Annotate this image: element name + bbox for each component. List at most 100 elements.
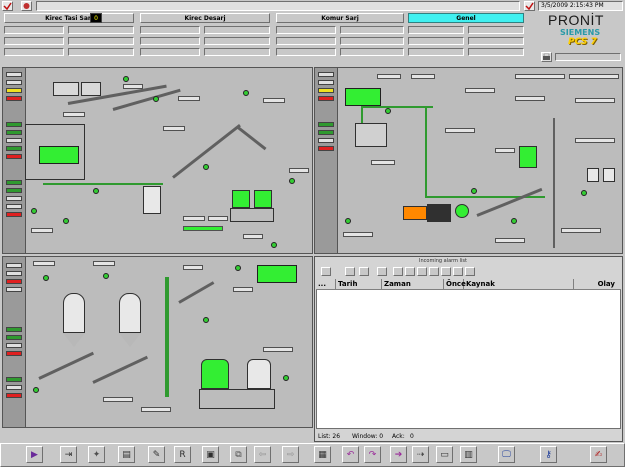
col-header-kaynak[interactable]: Kaynak [464,279,574,289]
alarm-status-ack-count: 0 [410,433,414,440]
trend-icon: ⇥ [64,449,73,460]
forward-button[interactable]: ➔ [390,446,407,463]
alarm-status-window: Window: 0 [352,433,384,440]
alarm-status-list: List: 26 [318,433,341,440]
alarm-tool-icon[interactable] [465,267,475,276]
right-arrow-button[interactable]: ⇨ [282,446,299,463]
alarm-bell-icon[interactable] [21,1,32,11]
col-header-olay[interactable]: Olay [574,279,621,289]
section-komur-sarj[interactable]: Komur Sarj [276,13,404,23]
arch-conveyor [178,281,215,304]
machine-frame [25,124,85,180]
screen-machine[interactable] [345,88,381,106]
green-elevator [165,277,169,397]
printer-field [555,53,621,61]
silo-right-1 [232,190,250,208]
section-label: Kirec Desarj [184,15,226,22]
kiln-body [427,204,451,222]
next-button[interactable]: ⇢ [412,446,429,463]
col-header-zaman[interactable]: Zaman [382,279,444,289]
kiln-burner[interactable] [403,206,427,220]
big-silo-green [201,359,229,389]
hopper-right [519,146,537,168]
brand-logo: PRONİT [548,12,604,28]
undo-button[interactable]: ↶ [342,446,359,463]
next-icon: ⇢ [416,449,425,460]
alarm-list[interactable] [316,279,621,429]
left-arrow-button[interactable]: ⇦ [254,446,271,463]
green-line-2 [361,106,433,108]
silo-left [143,186,161,214]
acknowledge-icon[interactable] [2,1,13,11]
layout-button[interactable]: ▦ [314,446,331,463]
report-button[interactable]: R [174,446,191,463]
play-icon: ▶ [31,449,38,460]
acknowledge-all-icon[interactable] [524,1,535,11]
section-kirec-desarj[interactable]: Kirec Desarj [140,13,270,23]
alarm-tool-icon[interactable] [441,267,451,276]
conveyor-diag [476,187,543,217]
alarm-tool-icon[interactable] [377,267,387,276]
play-button[interactable]: ▶ [26,446,43,463]
window-button[interactable]: ▣ [202,446,219,463]
pcs7-logo: PCS 7 [568,37,597,47]
document-button[interactable]: ▤ [118,446,135,463]
conveyor-2 [92,355,149,384]
alarm-title: Incoming alarm list [419,258,467,264]
header-area: Kirec Tasi Sarj 0 Kirec Desarj Komur Sar… [0,0,625,64]
alarm-tool-icon[interactable] [359,267,369,276]
edit-icon: ✎ [152,449,161,460]
report-icon: R [179,449,186,460]
section-kirec-tasi-sarj[interactable]: Kirec Tasi Sarj [4,13,134,23]
alarm-tool-icon[interactable] [345,267,355,276]
alarm-tool-icon[interactable] [405,267,415,276]
green-line-3 [425,108,427,198]
silo-cone-1 [63,333,85,347]
overview-button[interactable]: ▥ [460,446,477,463]
process-panel-komur[interactable] [314,67,623,254]
alarm-status-ack: Ack: [392,433,405,440]
vertical-elevator [553,118,555,248]
diagonal-conveyor [172,123,241,179]
col-header-tarih[interactable]: Tarih [336,279,382,289]
star-doc-button[interactable]: ✦ [88,446,105,463]
alarm-tool-icon[interactable] [321,267,331,276]
process-panel-kirec-desarj[interactable] [2,256,313,428]
key-button[interactable]: ⚷ [540,446,557,463]
section-genel[interactable]: Genel [408,13,524,23]
alarm-tool-icon[interactable] [429,267,439,276]
silo-1 [63,293,85,333]
monitor-icon: 🖵 [502,449,511,460]
conveyor-1 [38,351,95,380]
alarm-tool-icon[interactable] [393,267,403,276]
alarm-tool-icon[interactable] [417,267,427,276]
alarm-tool-icon[interactable] [453,267,463,276]
top-screen[interactable] [257,265,297,283]
indicator-box: 0 [90,13,102,23]
window-icon: ▣ [206,449,215,460]
double-silo-1 [587,168,599,182]
redo-icon: ↷ [368,449,377,460]
signature-button[interactable]: ✍ [590,446,607,463]
siemens-logo: SIEMENS [560,28,601,37]
edit-button[interactable]: ✎ [148,446,165,463]
trend-button[interactable]: ⇥ [60,446,77,463]
screen-icon: ▭ [440,449,449,460]
silo-right-2 [254,190,272,208]
process-panel-kirec-tasi[interactable] [2,67,313,254]
redo-button[interactable]: ↷ [364,446,381,463]
mill-unit [355,123,387,147]
monitor-button[interactable]: 🖵 [498,446,515,463]
green-conveyor-line [43,183,163,185]
undo-icon: ↶ [346,449,355,460]
signature-icon: ✍ [594,449,603,460]
windows-button[interactable]: ⧉ [230,446,247,463]
silo-2 [119,293,141,333]
silo-frame [230,208,274,222]
section-label: Genel [456,15,476,22]
forward-icon: ➔ [394,449,403,460]
printer-icon[interactable] [541,52,552,62]
screen-button[interactable]: ▭ [436,446,453,463]
col-header-once[interactable]: Önce [444,279,466,289]
col-header-index[interactable]: ... [316,279,336,289]
